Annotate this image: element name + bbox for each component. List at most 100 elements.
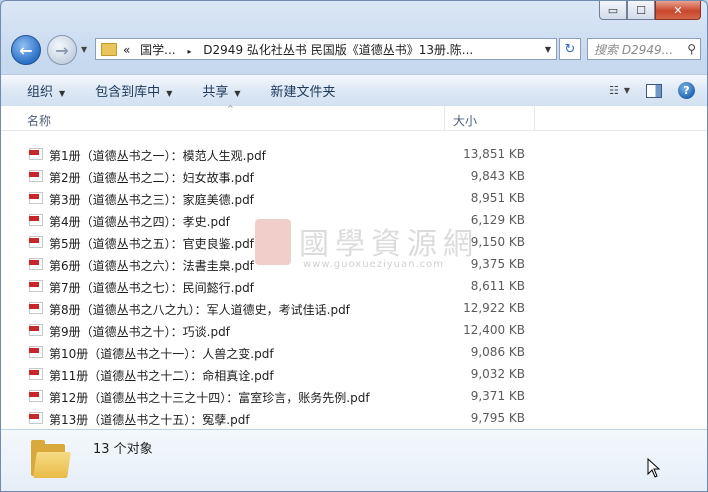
pdf-file-icon (29, 324, 43, 336)
item-count: 13 个对象 (93, 442, 153, 457)
file-size: 6,129 KB (470, 213, 525, 227)
organize-button[interactable]: 组织 ▼ (1, 81, 75, 100)
minimize-icon: ▭ (607, 3, 619, 17)
view-list-icon: ☷ (608, 84, 619, 97)
navigation-row: ← → ▼ « 国学... ▸ D2949 弘化社丛书 民国版《道德丛书》13册… (9, 35, 701, 65)
command-bar: 组织 ▼ 包含到库中 ▼ 共享 ▼ 新建文件夹 ☷ ▼ ? (1, 74, 707, 107)
breadcrumb-segment-guoxue[interactable]: 国学... (140, 43, 175, 57)
share-label: 共享 (202, 85, 229, 100)
include-in-library-label: 包含到库中 (95, 85, 161, 100)
maximize-icon: ☐ (636, 3, 646, 17)
file-row[interactable]: 第6册（道德丛书之六）：法書圭臬.pdf 9,375 KB (1, 253, 707, 275)
file-row[interactable]: 第9册（道德丛书之十）：巧谈.pdf 12,400 KB (1, 319, 707, 341)
file-name: 第8册（道德丛书之八之九）：军人道德史，考试佳话.pdf (49, 303, 350, 317)
include-in-library-button[interactable]: 包含到库中 ▼ (75, 81, 182, 100)
toolbar-right: ☷ ▼ ? (609, 82, 707, 99)
breadcrumb-separator-icon[interactable]: ▸ (187, 47, 191, 56)
file-size: 9,843 KB (470, 169, 525, 183)
file-rows: 第1册（道德丛书之一）：模范人生观.pdf 13,851 KB 第2册（道德丛书之… (1, 143, 707, 429)
folder-icon (31, 440, 75, 478)
column-header-size[interactable]: 大小 (453, 112, 477, 129)
share-button[interactable]: 共享 ▼ (182, 81, 250, 100)
caption-buttons: ▭ ☐ ✕ (599, 1, 701, 20)
pdf-file-icon (29, 346, 43, 358)
address-bar[interactable]: « 国学... ▸ D2949 弘化社丛书 民国版《道德丛书》13册.陈... … (95, 38, 557, 60)
file-size: 9,032 KB (470, 367, 525, 381)
file-size: 9,371 KB (470, 389, 525, 403)
file-size: 12,400 KB (463, 323, 525, 337)
file-row[interactable]: 第11册（道德丛书之十二）：命相真诠.pdf 9,032 KB (1, 363, 707, 385)
back-button[interactable]: ← (11, 35, 41, 65)
file-name: 第11册（道德丛书之十二）：命相真诠.pdf (49, 369, 274, 383)
breadcrumb: « 国学... ▸ D2949 弘化社丛书 民国版《道德丛书》13册.陈... (123, 41, 540, 58)
chevron-down-icon: ▼ (166, 89, 173, 98)
pdf-file-icon (29, 368, 43, 380)
refresh-icon: ↻ (564, 41, 576, 57)
search-input[interactable]: 搜索 D2949... ⚲ (587, 38, 701, 60)
file-name: 第4册（道德丛书之四）：孝史.pdf (49, 215, 230, 229)
pdf-file-icon (29, 258, 43, 270)
file-size: 8,951 KB (470, 191, 525, 205)
close-button[interactable]: ✕ (655, 1, 701, 20)
file-row[interactable]: 第1册（道德丛书之一）：模范人生观.pdf 13,851 KB (1, 143, 707, 165)
file-name: 第9册（道德丛书之十）：巧谈.pdf (49, 325, 230, 339)
file-row[interactable]: 第3册（道德丛书之三）：家庭美德.pdf 8,951 KB (1, 187, 707, 209)
forward-button[interactable]: → (47, 35, 77, 65)
chevron-down-icon: ▼ (234, 89, 241, 98)
maximize-button[interactable]: ☐ (627, 1, 655, 20)
breadcrumb-segment-current[interactable]: D2949 弘化社丛书 民国版《道德丛书》13册.陈... (203, 43, 473, 57)
help-glyph: ? (683, 84, 690, 97)
file-row[interactable]: 第13册（道德丛书之十五）：冤孽.pdf 9,795 KB (1, 407, 707, 429)
file-size: 8,611 KB (470, 279, 525, 293)
file-name: 第13册（道德丛书之十五）：冤孽.pdf (49, 413, 250, 427)
new-folder-label: 新建文件夹 (270, 85, 336, 100)
folder-icon (101, 42, 117, 56)
details-pane: 13 个对象 (1, 429, 707, 491)
minimize-button[interactable]: ▭ (599, 1, 627, 20)
new-folder-button[interactable]: 新建文件夹 (251, 81, 346, 100)
file-size: 12,922 KB (463, 301, 525, 315)
preview-pane-icon[interactable] (646, 83, 662, 98)
file-name: 第2册（道德丛书之二）：妇女故事.pdf (49, 171, 254, 185)
search-icon[interactable]: ⚲ (687, 42, 696, 56)
file-name: 第1册（道德丛书之一）：模范人生观.pdf (49, 149, 266, 163)
address-dropdown-button[interactable]: ▼ (540, 45, 556, 54)
breadcrumb-overflow[interactable]: « (123, 43, 130, 57)
file-size: 9,375 KB (470, 257, 525, 271)
column-headers: ^ 名称 大小 (1, 104, 707, 131)
column-divider[interactable] (444, 106, 445, 130)
file-row[interactable]: 第10册（道德丛书之十一）：人兽之变.pdf 9,086 KB (1, 341, 707, 363)
arrow-left-icon: ← (19, 40, 33, 60)
refresh-button[interactable]: ↻ (559, 38, 581, 60)
chevron-down-icon: ▼ (544, 44, 552, 54)
pdf-file-icon (29, 148, 43, 160)
explorer-window: ▭ ☐ ✕ ← → ▼ « 国学... ▸ D2949 弘化社丛书 民国版《道德… (0, 0, 708, 492)
file-size: 9,150 KB (470, 235, 525, 249)
file-row[interactable]: 第7册（道德丛书之七）：民间懿行.pdf 8,611 KB (1, 275, 707, 297)
chevron-down-icon: ▼ (623, 86, 630, 95)
help-icon[interactable]: ? (678, 82, 695, 99)
file-row[interactable]: 第4册（道德丛书之四）：孝史.pdf 6,129 KB (1, 209, 707, 231)
file-row[interactable]: 第2册（道德丛书之二）：妇女故事.pdf 9,843 KB (1, 165, 707, 187)
arrow-right-icon: → (55, 40, 69, 60)
file-row[interactable]: 第5册（道德丛书之五）：官吏良鉴.pdf 9,150 KB (1, 231, 707, 253)
mouse-cursor-icon (647, 458, 661, 478)
pdf-file-icon (29, 390, 43, 402)
file-row[interactable]: 第8册（道德丛书之八之九）：军人道德史，考试佳话.pdf 12,922 KB (1, 297, 707, 319)
pdf-file-icon (29, 170, 43, 182)
close-icon: ✕ (673, 3, 683, 17)
search-placeholder: 搜索 D2949... (594, 42, 674, 57)
column-divider[interactable] (534, 106, 535, 130)
recent-pages-dropdown[interactable]: ▼ (81, 45, 87, 54)
file-list: ^ 名称 大小 國學資源網 www.guoxueziyuan.com 第1册（道… (1, 104, 707, 429)
chevron-down-icon: ▼ (81, 45, 88, 54)
pdf-file-icon (29, 214, 43, 226)
file-name: 第5册（道德丛书之五）：官吏良鉴.pdf (49, 237, 254, 251)
column-header-name[interactable]: 名称 (27, 112, 51, 129)
change-view-button[interactable]: ☷ ▼ (609, 84, 630, 97)
pdf-file-icon (29, 280, 43, 292)
file-size: 13,851 KB (463, 147, 525, 161)
file-name: 第12册（道德丛书之十三之十四）：富室珍言，账务先例.pdf (49, 391, 370, 405)
file-row[interactable]: 第12册（道德丛书之十三之十四）：富室珍言，账务先例.pdf 9,371 KB (1, 385, 707, 407)
sort-ascending-icon: ^ (227, 104, 234, 113)
